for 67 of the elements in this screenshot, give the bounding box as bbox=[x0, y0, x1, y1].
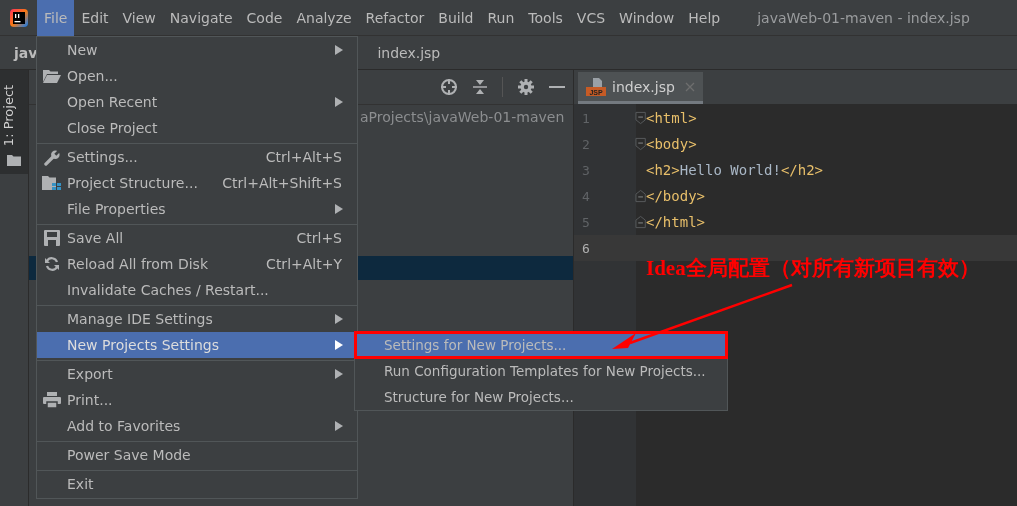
menu-item[interactable]: New Projects Settings bbox=[37, 332, 357, 358]
menu-item[interactable]: Navigate bbox=[162, 0, 240, 36]
menu-item[interactable]: VCS bbox=[569, 0, 613, 36]
menu-item[interactable]: Open... bbox=[37, 63, 357, 89]
menu-item[interactable]: Add to Favorites bbox=[37, 413, 357, 439]
submenu-arrow-icon bbox=[335, 204, 343, 214]
menu-item[interactable]: Settings... Ctrl+Alt+S bbox=[37, 143, 357, 170]
menu-item[interactable]: Window bbox=[612, 0, 682, 36]
menu-item[interactable]: Exit bbox=[37, 470, 357, 497]
menu-item[interactable]: Refactor bbox=[358, 0, 432, 36]
collapse-all-icon[interactable] bbox=[472, 79, 488, 95]
code-line: </body> bbox=[646, 188, 705, 204]
fold-marker-icon[interactable] bbox=[634, 111, 646, 125]
project-tool-tab[interactable]: 1: Project bbox=[0, 70, 28, 174]
menu-item[interactable]: Tools bbox=[521, 0, 570, 36]
folder-grid-icon bbox=[42, 175, 62, 191]
menu-item[interactable]: Analyze bbox=[289, 0, 359, 36]
submenu-arrow-icon bbox=[335, 421, 343, 431]
menu-item[interactable]: Help bbox=[681, 0, 728, 36]
window-title: javaWeb-01-maven - index.jsp bbox=[757, 9, 970, 26]
menu-item[interactable]: Edit bbox=[74, 0, 116, 36]
shortcut-label: Ctrl+Alt+Y bbox=[266, 256, 342, 272]
menu-item[interactable]: Open Recent bbox=[37, 89, 357, 115]
fold-marker-icon[interactable] bbox=[634, 137, 646, 151]
submenu-arrow-icon bbox=[335, 97, 343, 107]
breadcrumb-item[interactable]: index.jsp bbox=[363, 44, 441, 61]
menu-item[interactable]: View bbox=[115, 0, 163, 36]
fold-marker-icon[interactable] bbox=[634, 189, 646, 203]
menu-item[interactable]: Save All Ctrl+S bbox=[37, 224, 357, 251]
locate-icon[interactable] bbox=[440, 78, 458, 96]
settings-icon[interactable] bbox=[517, 78, 535, 96]
menu-item[interactable]: Close Project bbox=[37, 115, 357, 141]
submenu-arrow-icon bbox=[335, 340, 343, 350]
wrench-icon bbox=[43, 148, 61, 166]
menu-item[interactable]: Code bbox=[239, 0, 290, 36]
line-number: 6 bbox=[581, 240, 591, 256]
menu-item[interactable]: Run bbox=[480, 0, 522, 36]
code-line: <h2>Hello World!</h2> bbox=[646, 162, 824, 178]
folder-icon bbox=[7, 154, 21, 166]
menu-item[interactable]: File Properties bbox=[37, 196, 357, 222]
menu-item[interactable]: Run Configuration Templates for New Projects... bbox=[355, 358, 727, 384]
menu-item[interactable]: Project Structure... Ctrl+Alt+Shift+S bbox=[37, 170, 357, 196]
code-line: </html> bbox=[646, 214, 705, 230]
fold-marker-icon[interactable] bbox=[634, 215, 646, 229]
project-path: aProjects\javaWeb-01-maven bbox=[360, 109, 565, 127]
menu-item[interactable]: Reload All from Disk Ctrl+Alt+Y bbox=[37, 251, 357, 277]
shortcut-label: Ctrl+Alt+S bbox=[265, 149, 342, 165]
minimize-icon[interactable] bbox=[549, 85, 565, 89]
submenu-arrow-icon bbox=[335, 369, 343, 379]
printer-icon bbox=[43, 392, 61, 408]
app-logo-icon[interactable] bbox=[9, 7, 29, 28]
menu-item[interactable]: Power Save Mode bbox=[37, 441, 357, 468]
refresh-icon bbox=[44, 256, 60, 272]
shortcut-label: Ctrl+S bbox=[296, 230, 342, 246]
annotation-label: Idea全局配置（对所有新项目有效） bbox=[646, 255, 980, 282]
breadcrumb-item[interactable]: jav bbox=[0, 44, 38, 61]
shortcut-label: Ctrl+Alt+Shift+S bbox=[222, 175, 342, 191]
folder-open-icon bbox=[43, 69, 61, 83]
submenu-arrow-icon bbox=[335, 45, 343, 55]
menu-item[interactable]: Invalidate Caches / Restart... bbox=[37, 277, 357, 303]
submenu-arrow-icon bbox=[335, 314, 343, 324]
menu-item[interactable]: Build bbox=[431, 0, 481, 36]
menu-item[interactable]: New bbox=[37, 37, 357, 63]
code-line: <html> bbox=[646, 110, 697, 126]
code-line: <body> bbox=[646, 136, 697, 152]
menu-item[interactable]: Structure for New Projects... bbox=[355, 384, 727, 410]
menu-item[interactable]: Print... bbox=[37, 387, 357, 413]
